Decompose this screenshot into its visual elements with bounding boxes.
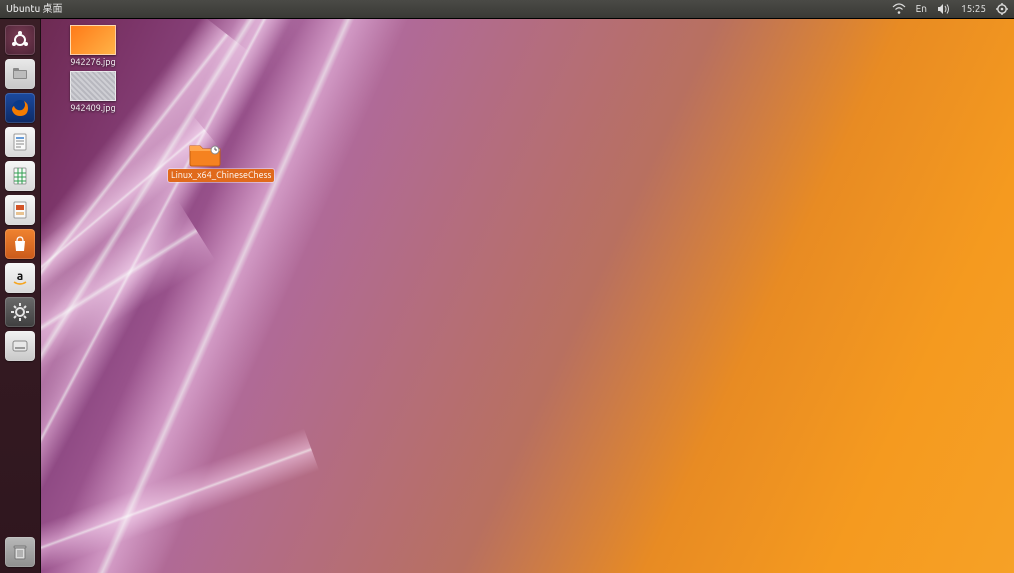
launcher-dash[interactable] — [5, 25, 35, 55]
launcher-amazon[interactable]: a — [5, 263, 35, 293]
desktop-folder[interactable]: Linux_x64_ChineseChess — [168, 141, 242, 182]
launcher-settings[interactable] — [5, 297, 35, 327]
desktop-file-1[interactable]: 942276.jpg — [58, 25, 128, 67]
launcher-impress[interactable] — [5, 195, 35, 225]
presentation-icon — [10, 200, 30, 220]
desktop[interactable]: 942276.jpg 942409.jpg Linux_x64_ChineseC… — [40, 19, 1014, 573]
image-thumbnail-icon — [70, 25, 116, 55]
launcher: a — [0, 19, 41, 573]
files-icon — [10, 64, 30, 84]
wifi-icon — [892, 3, 906, 15]
spreadsheet-icon — [10, 166, 30, 186]
trash-icon — [10, 542, 30, 562]
svg-text:a: a — [17, 270, 24, 283]
ubuntu-logo-icon — [10, 30, 30, 50]
top-panel: Ubuntu 桌面 En 15:25 — [0, 0, 1014, 19]
network-indicator[interactable] — [892, 0, 906, 18]
gear-icon — [996, 3, 1008, 15]
clock-indicator[interactable]: 15:25 — [961, 0, 986, 18]
sound-indicator[interactable] — [937, 0, 951, 18]
folder-icon — [188, 141, 222, 167]
launcher-calc[interactable] — [5, 161, 35, 191]
indicator-area: En 15:25 — [892, 0, 1008, 18]
launcher-writer[interactable] — [5, 127, 35, 157]
amazon-icon: a — [10, 268, 30, 288]
volume-icon — [937, 3, 951, 15]
launcher-trash[interactable] — [5, 537, 35, 567]
wallpaper — [40, 19, 1014, 573]
desktop-file-label: 942276.jpg — [68, 57, 117, 67]
shopping-bag-icon — [10, 234, 30, 254]
ime-indicator[interactable]: En — [916, 0, 927, 18]
active-app-title: Ubuntu 桌面 — [0, 0, 63, 18]
firefox-icon — [10, 98, 30, 118]
session-indicator[interactable] — [996, 0, 1008, 18]
launcher-files[interactable] — [5, 59, 35, 89]
launcher-software[interactable] — [5, 229, 35, 259]
launcher-firefox[interactable] — [5, 93, 35, 123]
settings-gear-icon — [10, 302, 30, 322]
launcher-disk[interactable] — [5, 331, 35, 361]
desktop-folder-label: Linux_x64_ChineseChess — [168, 169, 274, 182]
desktop-file-2[interactable]: 942409.jpg — [58, 71, 128, 113]
image-thumbnail-icon — [70, 71, 116, 101]
document-icon — [10, 132, 30, 152]
desktop-file-label: 942409.jpg — [68, 103, 117, 113]
disk-drive-icon — [10, 336, 30, 356]
